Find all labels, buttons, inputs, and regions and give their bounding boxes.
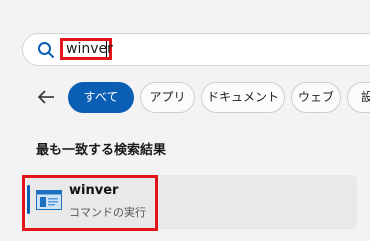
filter-chip-documents[interactable]: ドキュメント: [201, 82, 285, 113]
back-arrow-icon[interactable]: [36, 88, 56, 106]
section-title: 最も一致する検索結果: [36, 143, 167, 158]
filter-chip-apps[interactable]: アプリ: [140, 82, 195, 113]
text-caret: [106, 41, 107, 57]
filter-chip-settings[interactable]: 設: [347, 82, 370, 113]
filter-chip-web[interactable]: ウェブ: [291, 82, 341, 113]
result-highlight-box: [22, 175, 158, 231]
filter-chip-all[interactable]: すべて: [68, 82, 134, 113]
search-icon: [38, 42, 54, 58]
